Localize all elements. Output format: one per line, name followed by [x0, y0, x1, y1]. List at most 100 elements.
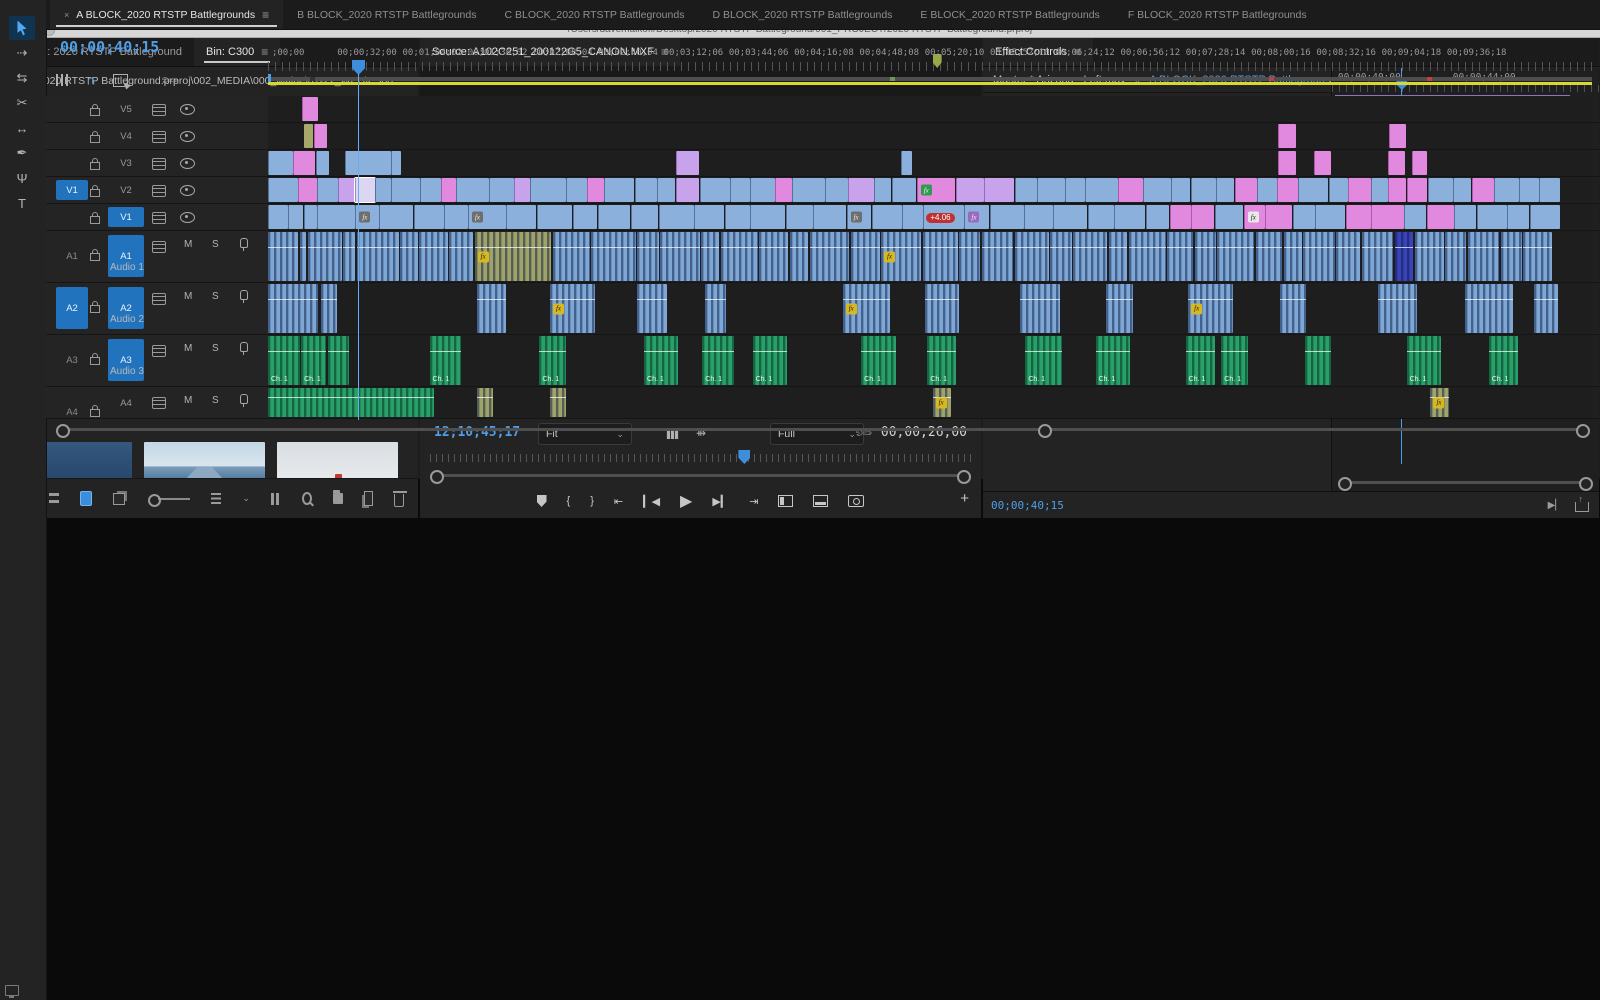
timeline-clip[interactable] — [637, 232, 658, 281]
timeline-clip[interactable] — [1395, 232, 1414, 281]
timeline-clip[interactable]: Ch. 1 — [1489, 336, 1518, 385]
sequence-tab[interactable]: C BLOCK_2020 RTSTP Battlegrounds — [490, 0, 698, 29]
sync-lock-icon[interactable] — [152, 345, 166, 357]
timeline-clip[interactable] — [1235, 178, 1257, 202]
timeline-clip[interactable] — [848, 178, 874, 202]
timeline-clip[interactable] — [1277, 178, 1298, 202]
timeline-clip[interactable]: Ch. 1 — [268, 336, 300, 385]
timeline-clip[interactable] — [304, 124, 313, 148]
mute-track-button[interactable]: M — [184, 395, 192, 406]
slip-tool[interactable]: ↔ — [9, 116, 35, 140]
timeline-clip[interactable] — [1265, 205, 1292, 229]
timeline-clip[interactable]: fx — [843, 284, 891, 333]
timeline-clip[interactable] — [725, 205, 750, 229]
timeline-clip[interactable] — [1445, 232, 1466, 281]
timeline-clip[interactable] — [1454, 205, 1476, 229]
timeline-clip[interactable] — [892, 178, 917, 202]
timeline-clip[interactable] — [293, 151, 315, 175]
track-lane-a3[interactable]: Ch. 1Ch. 1Ch. 1Ch. 1Ch. 1Ch. 1Ch. 1Ch. 1… — [268, 335, 1592, 386]
timeline-clip[interactable] — [1298, 178, 1328, 202]
timeline-clip[interactable] — [925, 284, 959, 333]
timeline-clip[interactable] — [514, 178, 530, 202]
timeline-clip[interactable] — [637, 284, 666, 333]
timeline-clip[interactable] — [604, 178, 634, 202]
track-lock-icon[interactable] — [90, 305, 100, 313]
timeline-clip[interactable] — [1088, 205, 1114, 229]
timeline-clip[interactable]: Ch. 1 — [927, 336, 956, 385]
timeline-clip[interactable] — [790, 232, 809, 281]
timeline-clip[interactable] — [489, 178, 514, 202]
track-lock-icon[interactable] — [90, 108, 100, 116]
timeline-clip[interactable] — [317, 178, 338, 202]
timeline-clip[interactable] — [1314, 151, 1331, 175]
timeline-clip[interactable] — [345, 151, 391, 175]
timeline-clip[interactable] — [730, 178, 750, 202]
timeline-clip[interactable] — [268, 205, 288, 229]
track-visibility-icon[interactable] — [180, 185, 195, 196]
timeline-clip[interactable] — [419, 232, 448, 281]
timeline-clip[interactable] — [775, 178, 792, 202]
timeline-clip[interactable] — [1539, 178, 1560, 202]
timeline-clip[interactable] — [338, 178, 355, 202]
timeline-clip[interactable] — [1501, 232, 1522, 281]
timeline-clip[interactable] — [956, 178, 983, 202]
timeline-clip[interactable] — [1305, 336, 1331, 385]
timeline-clip[interactable] — [1472, 178, 1494, 202]
timeline-clip[interactable] — [1146, 205, 1170, 229]
timeline-clip[interactable] — [587, 178, 604, 202]
timeline-clip[interactable]: +4.06 — [923, 205, 964, 229]
type-tool[interactable]: T — [9, 191, 35, 215]
timeline-playhead-line[interactable] — [358, 74, 359, 420]
timeline-clip[interactable] — [316, 151, 329, 175]
timeline-clip[interactable] — [1523, 232, 1552, 281]
timeline-clip[interactable] — [566, 178, 587, 202]
track-target-v3[interactable]: V3 — [108, 153, 144, 173]
timeline-clip[interactable] — [982, 232, 1014, 281]
timeline-clip[interactable] — [268, 388, 434, 417]
timeline-clip[interactable] — [1109, 232, 1128, 281]
timeline-clip[interactable] — [1465, 284, 1513, 333]
timeline-clip[interactable] — [1371, 205, 1404, 229]
timeline-clip[interactable] — [1303, 232, 1335, 281]
nest-toggle-icon[interactable] — [56, 74, 69, 86]
timeline-clip[interactable] — [477, 388, 493, 417]
timeline-clip[interactable]: fx — [1430, 388, 1449, 417]
timeline-clip[interactable] — [288, 205, 304, 229]
timeline-clip[interactable] — [1171, 178, 1191, 202]
timeline-clip[interactable] — [553, 232, 590, 281]
timeline-clip[interactable] — [1278, 124, 1296, 148]
timeline-clip[interactable]: Ch. 1 — [644, 336, 678, 385]
source-patch-a2[interactable]: A2 — [56, 287, 88, 329]
timeline-clip[interactable] — [441, 178, 455, 202]
timeline-clip[interactable] — [1167, 232, 1193, 281]
source-patch-a1[interactable]: A1 — [56, 249, 88, 263]
timeline-clip[interactable] — [1020, 284, 1060, 333]
timeline-clip[interactable] — [328, 336, 349, 385]
timeline-clip[interactable]: Ch. 1 — [539, 336, 565, 385]
timeline-clip[interactable]: fx — [468, 205, 506, 229]
timeline-clip[interactable] — [321, 284, 337, 333]
source-patch-v1[interactable]: V1 — [56, 180, 88, 200]
timeline-clip[interactable] — [660, 232, 700, 281]
timeline-timecode[interactable]: 00;00;40;15 — [60, 38, 159, 56]
timeline-clip[interactable] — [1477, 205, 1507, 229]
timeline-clip[interactable] — [268, 178, 298, 202]
track-lane-v4[interactable] — [268, 123, 1592, 149]
mute-track-button[interactable]: M — [184, 239, 192, 250]
timeline-clip[interactable] — [375, 178, 391, 202]
timeline-clip[interactable] — [676, 151, 700, 175]
timeline-clip[interactable] — [391, 178, 420, 202]
timeline-clip[interactable] — [631, 205, 658, 229]
linked-selection-icon[interactable] — [113, 74, 128, 87]
timeline-clip[interactable] — [1118, 178, 1143, 202]
timeline-clip[interactable] — [1371, 178, 1388, 202]
hand-tool[interactable]: Ψ — [9, 166, 35, 190]
track-lock-icon[interactable] — [90, 357, 100, 365]
sequence-tab[interactable]: ×A BLOCK_2020 RTSTP Battlegrounds≡ — [50, 0, 283, 29]
timeline-clip[interactable] — [1129, 232, 1166, 281]
timeline-clip[interactable]: fx — [1244, 205, 1265, 229]
timeline-clip[interactable] — [990, 205, 1024, 229]
timeline-clip[interactable] — [1256, 232, 1282, 281]
timeline-clip[interactable] — [1507, 205, 1529, 229]
track-lane-a4[interactable]: fxfx — [268, 387, 1592, 418]
